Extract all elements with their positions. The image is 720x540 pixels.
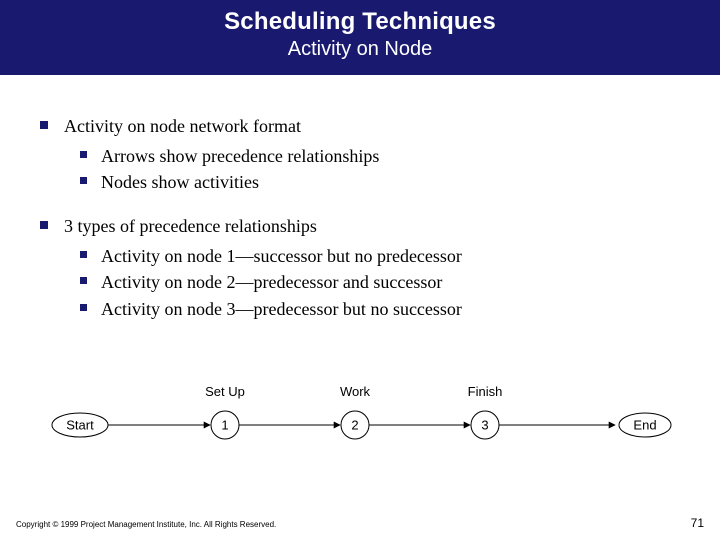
bullet-subitem: Arrows show precedence relationships (80, 143, 680, 169)
square-bullet-icon (40, 121, 48, 129)
bullet-text: Activity on node 2—predecessor and succe… (101, 269, 442, 295)
copyright-text: Copyright © 1999 Project Management Inst… (16, 520, 276, 529)
square-bullet-icon (80, 177, 87, 184)
bullet-text: Arrows show precedence relationships (101, 143, 379, 169)
square-bullet-icon (80, 251, 87, 258)
slide-body: Activity on node network format Arrows s… (0, 75, 720, 340)
bullet-text: 3 types of precedence relationships (64, 213, 317, 239)
bullet-group: Activity on node network format Arrows s… (40, 113, 680, 195)
square-bullet-icon (80, 277, 87, 284)
bullet-group: 3 types of precedence relationships Acti… (40, 213, 680, 321)
activity-on-node-diagram: Start 1 Set Up 2 Work 3 Finish End (40, 380, 680, 450)
activity-node-1-id: 1 (221, 417, 228, 432)
bullet-subitem: Activity on node 3—predecessor but no su… (80, 296, 680, 322)
bullet-text: Activity on node 3—predecessor but no su… (101, 296, 462, 322)
bullet-subitem: Nodes show activities (80, 169, 680, 195)
slide: Scheduling Techniques Activity on Node A… (0, 0, 720, 540)
activity-node-2-id: 2 (351, 417, 358, 432)
activity-node-1-label: Set Up (205, 384, 245, 399)
slide-footer: Copyright © 1999 Project Management Inst… (16, 516, 704, 530)
bullet-item: Activity on node network format (40, 113, 680, 139)
bullet-text: Activity on node 1—successor but no pred… (101, 243, 462, 269)
square-bullet-icon (80, 304, 87, 311)
bullet-subitem: Activity on node 2—predecessor and succe… (80, 269, 680, 295)
diagram-svg: Start 1 Set Up 2 Work 3 Finish End (40, 380, 680, 450)
activity-node-3-label: Finish (468, 384, 503, 399)
bullet-subitem: Activity on node 1—successor but no pred… (80, 243, 680, 269)
square-bullet-icon (80, 151, 87, 158)
square-bullet-icon (40, 221, 48, 229)
slide-title: Scheduling Techniques (0, 8, 720, 36)
bullet-item: 3 types of precedence relationships (40, 213, 680, 239)
page-number: 71 (691, 516, 704, 530)
activity-node-3-id: 3 (481, 417, 488, 432)
activity-node-2-label: Work (340, 384, 371, 399)
start-node-label: Start (66, 417, 94, 432)
slide-header: Scheduling Techniques Activity on Node (0, 0, 720, 75)
end-node-label: End (633, 417, 656, 432)
bullet-text: Nodes show activities (101, 169, 259, 195)
bullet-text: Activity on node network format (64, 113, 301, 139)
slide-subtitle: Activity on Node (0, 38, 720, 61)
